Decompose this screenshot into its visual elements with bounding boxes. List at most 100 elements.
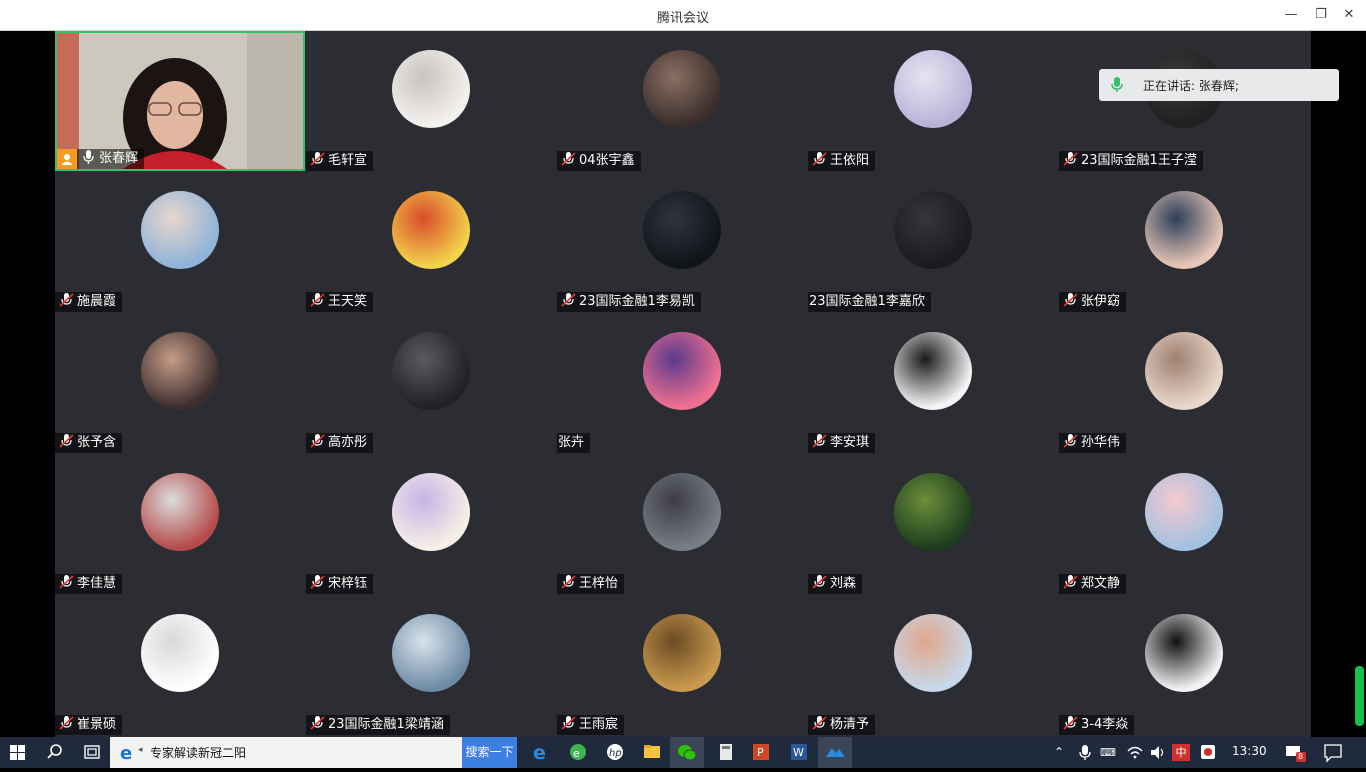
participant-avatar	[643, 614, 721, 692]
participant-name: 崔景硕	[77, 717, 117, 732]
participant-nametag: 23国际金融1李嘉欣	[808, 292, 931, 312]
participant-name: 3-4李焱	[1081, 717, 1129, 732]
participant-tile[interactable]: 崔景硕	[55, 595, 305, 735]
participant-tile[interactable]: 李佳慧	[55, 454, 305, 594]
participant-tile[interactable]: 张予含	[55, 313, 305, 453]
browser-360-icon[interactable]: e	[567, 737, 589, 768]
participant-name: 23国际金融1李嘉欣	[809, 294, 925, 309]
wechat-icon[interactable]	[670, 737, 704, 768]
participant-nametag: 崔景硕	[55, 715, 123, 735]
clock[interactable]: 13:30	[1232, 744, 1267, 758]
participant-name: 23国际金融1李易凯	[579, 294, 695, 309]
participant-tile[interactable]: 23国际金融1李嘉欣	[808, 172, 1058, 312]
microphone-tray-icon[interactable]	[1076, 737, 1094, 768]
participant-avatar	[141, 332, 219, 410]
participant-avatar	[1145, 614, 1223, 692]
tencent-meeting-icon[interactable]	[818, 737, 852, 768]
participant-avatar	[141, 191, 219, 269]
participant-tile[interactable]: 毛轩宣	[306, 31, 556, 171]
microphone-muted-icon	[310, 152, 326, 166]
participant-tile[interactable]: 高亦彤	[306, 313, 556, 453]
task-view-icon[interactable]	[82, 737, 102, 768]
window-titlebar: 腾讯会议 — ❐ ✕	[0, 0, 1366, 31]
show-hidden-icons-chevron-icon[interactable]: ⌃	[1054, 737, 1068, 768]
participant-tile[interactable]: 杨清予	[808, 595, 1058, 735]
participant-name: 张春辉	[99, 151, 139, 166]
microphone-muted-icon	[59, 716, 75, 730]
participant-tile[interactable]: 王依阳	[808, 31, 1058, 171]
microphone-muted-icon	[812, 575, 828, 589]
scrollbar[interactable]	[1355, 666, 1364, 726]
participant-avatar	[1145, 332, 1223, 410]
speaking-indicator: 正在讲话: 张春辉;	[1099, 69, 1339, 101]
ime-indicator[interactable]: 中	[1172, 744, 1190, 761]
participant-nametag: 王天笑	[306, 292, 374, 312]
participant-nametag: 04张宇鑫	[557, 151, 641, 171]
participant-name: 23国际金融1梁靖涵	[328, 717, 444, 732]
microphone-muted-icon	[561, 152, 577, 166]
svg-text:P: P	[757, 746, 764, 759]
participant-tile[interactable]: 张伊窈	[1059, 172, 1309, 312]
participant-tile[interactable]: 23国际金融1李易凯	[557, 172, 807, 312]
participant-name: 王天笑	[328, 294, 368, 309]
participant-tile[interactable]: 郑文静	[1059, 454, 1309, 594]
participant-name: 宋梓钰	[328, 576, 368, 591]
participant-tile[interactable]: 李安琪	[808, 313, 1058, 453]
participant-avatar	[392, 191, 470, 269]
minimize-button[interactable]: —	[1280, 5, 1302, 25]
participant-nametag: 毛轩宣	[306, 151, 374, 171]
participant-avatar	[1145, 473, 1223, 551]
participant-tile[interactable]: 张卉	[557, 313, 807, 453]
edge-icon[interactable]: e	[530, 737, 552, 768]
keyboard-tray-icon[interactable]: ⌨	[1100, 737, 1120, 768]
notification-app-icon[interactable]: 8	[1284, 737, 1308, 768]
restore-button[interactable]: ❐	[1310, 5, 1332, 25]
volume-icon[interactable]	[1148, 737, 1168, 768]
web-search-input[interactable]: e ◂ 专家解读新冠二阳	[110, 737, 462, 768]
powerpoint-icon[interactable]: P	[750, 737, 772, 768]
participant-tile[interactable]: 王雨宸	[557, 595, 807, 735]
start-button[interactable]	[8, 737, 28, 768]
participant-tile[interactable]: 施晨霞	[55, 172, 305, 312]
participant-tile[interactable]: 23国际金融1王子滢	[1059, 31, 1309, 171]
hp-icon[interactable]: hp	[604, 737, 626, 768]
participant-avatar	[643, 191, 721, 269]
participant-tile[interactable]: 孙华伟	[1059, 313, 1309, 453]
participant-grid: 张春辉 毛轩宣 04张宇鑫 王依阳 23国际金融1王子滢施晨霞 王天笑 23国际金融1李易凯…	[55, 31, 1311, 737]
participant-tile[interactable]: 23国际金融1梁靖涵	[306, 595, 556, 735]
participant-tile[interactable]: 刘森	[808, 454, 1058, 594]
participant-avatar	[392, 332, 470, 410]
action-center-icon[interactable]	[1322, 737, 1344, 768]
security-tray-icon[interactable]	[1198, 737, 1218, 768]
participant-name: 04张宇鑫	[579, 153, 635, 168]
search-button[interactable]: 搜索一下	[462, 737, 517, 768]
participant-avatar	[894, 614, 972, 692]
speaking-mic-icon	[1111, 77, 1123, 97]
participant-avatar	[894, 473, 972, 551]
participant-nametag: 23国际金融1王子滢	[1059, 151, 1203, 171]
participant-tile[interactable]: 3-4李焱	[1059, 595, 1309, 735]
microphone-muted-icon	[561, 716, 577, 730]
participant-tile[interactable]: 宋梓钰	[306, 454, 556, 594]
calculator-icon[interactable]	[715, 737, 737, 768]
participant-nametag: 孙华伟	[1059, 433, 1127, 453]
participant-avatar	[392, 473, 470, 551]
participant-nametag: 张春辉	[57, 149, 145, 169]
participant-tile[interactable]: 王梓怡	[557, 454, 807, 594]
participant-nametag: 郑文静	[1059, 574, 1127, 594]
microphone-muted-icon	[310, 575, 326, 589]
participant-tile[interactable]: 张春辉	[55, 31, 305, 171]
participant-tile[interactable]: 04张宇鑫	[557, 31, 807, 171]
wifi-icon[interactable]	[1126, 737, 1144, 768]
participant-tile[interactable]: 王天笑	[306, 172, 556, 312]
microphone-muted-icon	[812, 152, 828, 166]
search-icon[interactable]	[45, 737, 65, 768]
ie-icon: e	[118, 742, 138, 766]
close-button[interactable]: ✕	[1338, 5, 1360, 25]
microphone-icon	[81, 150, 97, 164]
file-explorer-icon[interactable]	[641, 737, 663, 768]
microphone-muted-icon	[561, 575, 577, 589]
participant-avatar	[894, 50, 972, 128]
microphone-muted-icon	[59, 434, 75, 448]
word-icon[interactable]: W	[788, 737, 810, 768]
